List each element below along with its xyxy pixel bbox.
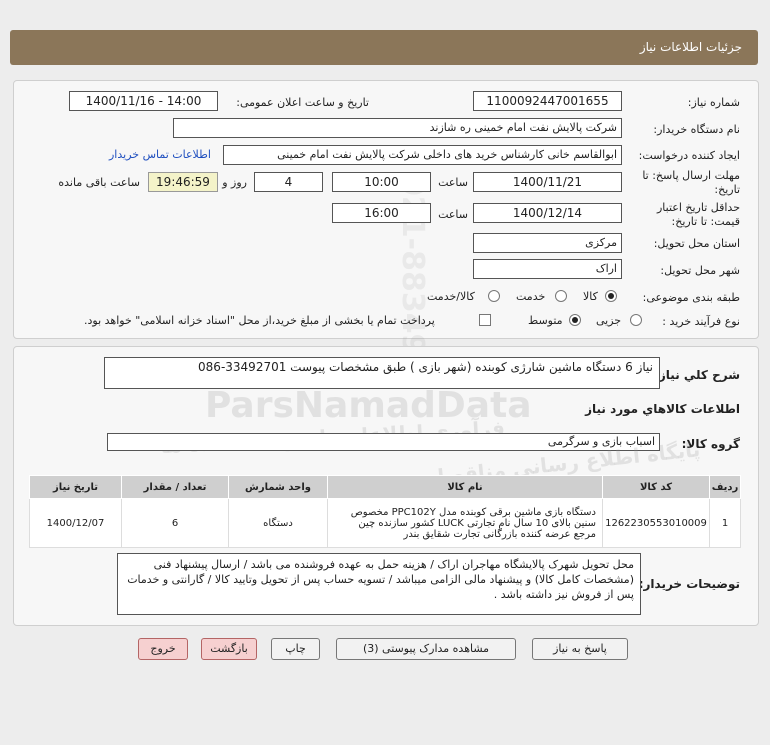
col-name: نام کالا bbox=[327, 475, 603, 499]
process-option-minor: جزیی bbox=[596, 314, 622, 327]
page-header: جزئیات اطلاعات نیاز bbox=[10, 30, 758, 65]
announce-field: 1400/11/16 - 14:00 bbox=[69, 91, 218, 111]
requester-field: ابوالقاسم خانی کارشناس خرید های داخلی شر… bbox=[223, 145, 622, 165]
attachments-button[interactable]: مشاهده مدارک پیوستی (3) bbox=[336, 638, 516, 660]
cell-unit: دستگاه bbox=[228, 498, 328, 548]
buyer-notes-text: محل تحویل شهرک پالایشگاه مهاجران اراک / … bbox=[127, 558, 634, 601]
province-label: استان محل تحویل: bbox=[653, 237, 740, 250]
validity-label-2: قیمت: تا تاریخ: bbox=[671, 215, 740, 228]
col-qty: تعداد / مقدار bbox=[121, 475, 229, 499]
cell-code: 1262230553010009 bbox=[602, 498, 710, 548]
process-radio-minor[interactable] bbox=[630, 314, 642, 326]
category-option-both: کالا/خدمت bbox=[427, 290, 475, 303]
validity-label: حداقل تاریخ اعتبار bbox=[656, 201, 740, 214]
summary-text: نیاز 6 دستگاه ماشین شارژی کوبنده (شهر با… bbox=[198, 360, 653, 374]
buyer-notes-field: محل تحویل شهرک پالایشگاه مهاجران اراک / … bbox=[117, 553, 641, 615]
col-code: کد کالا bbox=[602, 475, 710, 499]
deadline-time-field: 10:00 bbox=[332, 172, 431, 192]
category-option-service: خدمت bbox=[516, 290, 546, 303]
validity-date-field: 1400/12/14 bbox=[473, 203, 622, 223]
cell-qty: 6 bbox=[121, 498, 229, 548]
goods-table-header: ردیف کد کالا نام کالا واحد شمارش تعداد /… bbox=[29, 475, 741, 499]
cell-index: 1 bbox=[709, 498, 741, 548]
reply-button[interactable]: پاسخ به نیاز bbox=[532, 638, 628, 660]
process-option-medium: متوسط bbox=[528, 314, 563, 327]
city-label: شهر محل تحویل: bbox=[660, 264, 740, 277]
category-radio-goods[interactable] bbox=[605, 290, 617, 302]
validity-time-label: ساعت bbox=[438, 208, 468, 221]
category-option-goods: کالا bbox=[583, 290, 598, 303]
goods-group-field: اسباب بازی و سرگرمی bbox=[107, 433, 660, 451]
days-label: روز و bbox=[222, 176, 247, 189]
back-button[interactable]: بازگشت bbox=[201, 638, 257, 660]
buyer-contact-link[interactable]: اطلاعات تماس خریدار bbox=[109, 148, 211, 161]
process-radio-medium[interactable] bbox=[569, 314, 581, 326]
deadline-time-label: ساعت bbox=[438, 176, 468, 189]
deadline-date-field: 1400/11/21 bbox=[473, 172, 622, 192]
col-unit: واحد شمارش bbox=[228, 475, 328, 499]
need-number-field: 1100092447001655 bbox=[473, 91, 622, 111]
deadline-label-2: تاریخ: bbox=[714, 183, 740, 196]
print-button[interactable]: چاپ bbox=[271, 638, 320, 660]
validity-time-field: 16:00 bbox=[332, 203, 431, 223]
category-label: طبقه بندی موضوعی: bbox=[642, 291, 740, 304]
requester-label: ایجاد کننده درخواست: bbox=[638, 149, 740, 162]
treasury-checkbox[interactable] bbox=[479, 314, 491, 326]
buyer-org-label: نام دستگاه خریدار: bbox=[653, 123, 740, 136]
col-date: تاریخ نیاز bbox=[29, 475, 122, 499]
deadline-label: مهلت ارسال پاسخ: تا bbox=[642, 169, 740, 182]
remaining-time-field: 19:46:59 bbox=[148, 172, 218, 192]
category-radio-service[interactable] bbox=[555, 290, 567, 302]
buyer-org-field: شرکت پالایش نفت امام خمینی ره شازند bbox=[173, 118, 622, 138]
buyer-notes-label: توضیحات خریدار: bbox=[638, 577, 740, 591]
province-field: مرکزی bbox=[473, 233, 622, 253]
goods-table: ردیف کد کالا نام کالا واحد شمارش تعداد /… bbox=[29, 475, 741, 548]
treasury-note: پرداخت تمام یا بخشی از مبلغ خرید،از محل … bbox=[84, 314, 435, 327]
remaining-time-label: ساعت باقی مانده bbox=[58, 176, 140, 189]
exit-button[interactable]: خروج bbox=[138, 638, 188, 660]
goods-section-title: اطلاعات کالاهاي مورد نیاز bbox=[585, 402, 740, 416]
announce-label: تاریخ و ساعت اعلان عمومی: bbox=[236, 96, 369, 109]
process-label: نوع فرآیند خرید : bbox=[662, 315, 740, 328]
city-field: اراک bbox=[473, 259, 622, 279]
need-number-label: شماره نیاز: bbox=[687, 96, 740, 109]
col-index: ردیف bbox=[709, 475, 741, 499]
cell-name: دستگاه بازی ماشین برقی کوبنده مدل PPC102… bbox=[327, 498, 603, 548]
category-radio-both[interactable] bbox=[488, 290, 500, 302]
cell-date: 1400/12/07 bbox=[29, 498, 122, 548]
table-row: 1 1262230553010009 دستگاه بازی ماشین برق… bbox=[29, 498, 741, 548]
summary-label: شرح کلي نیاز: bbox=[654, 368, 740, 382]
page-title: جزئیات اطلاعات نیاز bbox=[639, 40, 742, 54]
days-field: 4 bbox=[254, 172, 323, 192]
